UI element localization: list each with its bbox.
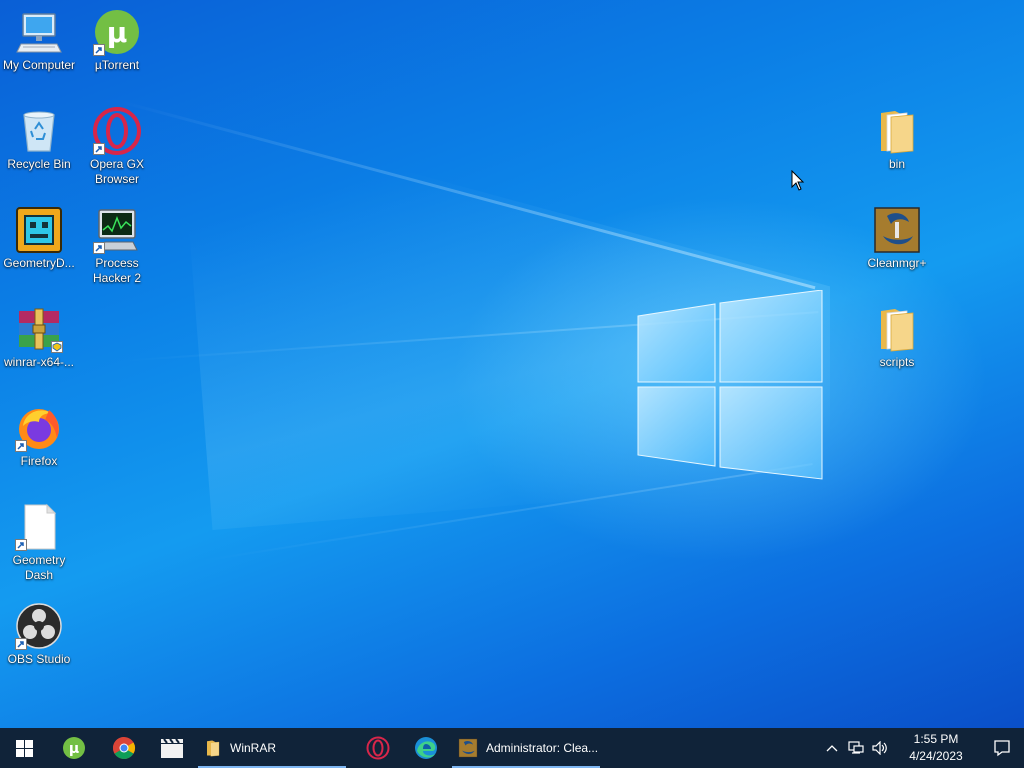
desktop-icon-my-computer[interactable]: My Computer	[0, 8, 78, 73]
icon-label: My Computer	[2, 58, 76, 72]
desktop-icon-winrar[interactable]: winrar-x64-...	[0, 305, 78, 370]
cleanmgr-icon	[458, 738, 478, 758]
edge-icon	[415, 737, 437, 759]
desktop-icon-geometry-dash-shortcut[interactable]: Geometry Dash	[0, 503, 78, 583]
cleanmgr-icon	[874, 207, 920, 253]
geometry-dash-icon	[16, 207, 62, 253]
icon-label: Process Hacker 2	[92, 256, 142, 285]
windows-start-icon	[15, 739, 33, 757]
icon-label: Geometry Dash	[12, 553, 66, 582]
clapperboard-icon	[161, 738, 183, 758]
utorrent-icon: µ	[63, 737, 85, 759]
shortcut-arrow-icon	[15, 539, 27, 551]
icon-label: µTorrent	[94, 58, 140, 72]
taskbar-opera[interactable]	[354, 728, 402, 768]
taskbar-edge[interactable]	[402, 728, 450, 768]
network-button[interactable]	[844, 728, 868, 768]
taskbar-media[interactable]	[148, 728, 196, 768]
notification-icon	[994, 740, 1010, 757]
folder-icon	[881, 111, 914, 154]
shortcut-arrow-icon	[15, 440, 27, 452]
icon-label: Opera GX Browser	[89, 157, 145, 186]
shortcut-arrow-icon	[15, 638, 27, 650]
shortcut-arrow-icon	[93, 143, 105, 155]
chrome-icon	[113, 737, 135, 759]
icon-label: GeometryD...	[3, 256, 75, 270]
system-tray: 1:55 PM 4/24/2023	[820, 728, 1024, 768]
desktop-icon-opera-gx[interactable]: Opera GX Browser	[78, 107, 156, 187]
shortcut-arrow-icon	[93, 242, 105, 254]
icon-label: bin	[888, 157, 905, 171]
taskbar: µ WinRAR Administrator: Clea... 1:55 PM …	[0, 728, 1024, 768]
chevron-up-icon	[826, 745, 838, 752]
computer-icon	[16, 13, 62, 53]
desktop-icon-obs-studio[interactable]: OBS Studio	[0, 602, 78, 667]
mouse-cursor-icon	[791, 170, 805, 191]
folder-icon	[207, 740, 220, 757]
volume-button[interactable]	[868, 728, 892, 768]
desktop-icon-bin-folder[interactable]: bin	[858, 107, 936, 172]
shield-badge-icon	[51, 341, 63, 353]
desktop-icon-firefox[interactable]: Firefox	[0, 404, 78, 469]
shortcut-arrow-icon	[93, 44, 105, 56]
wallpaper-light-beam	[119, 100, 816, 290]
start-button[interactable]	[0, 728, 48, 768]
recycle-bin-icon	[23, 111, 55, 152]
taskbar-utorrent[interactable]: µ	[48, 728, 100, 768]
network-icon	[848, 741, 864, 754]
taskbar-app-label: WinRAR	[230, 741, 277, 755]
icon-label: scripts	[879, 355, 915, 369]
folder-icon	[881, 309, 914, 352]
clock[interactable]: 1:55 PM 4/24/2023	[892, 731, 980, 765]
svg-text:µ: µ	[69, 741, 79, 757]
clock-date: 4/24/2023	[909, 749, 963, 763]
taskbar-app-cleanmgr[interactable]: Administrator: Clea...	[450, 728, 602, 768]
svg-text:µ: µ	[107, 16, 128, 49]
action-center-button[interactable]	[980, 728, 1024, 768]
icon-label: Recycle Bin	[7, 157, 71, 171]
desktop-icon-process-hacker[interactable]: Process Hacker 2	[78, 206, 156, 286]
icon-label: Firefox	[20, 454, 58, 468]
icon-label: winrar-x64-...	[3, 355, 74, 369]
taskbar-app-winrar[interactable]: WinRAR	[196, 728, 348, 768]
opera-gx-icon	[366, 736, 390, 760]
desktop-icon-cleanmgr[interactable]: Cleanmgr+	[858, 206, 936, 271]
volume-icon	[872, 741, 887, 755]
desktop-icon-recycle-bin[interactable]: Recycle Bin	[0, 107, 78, 172]
desktop-icon-geometry-dash[interactable]: GeometryD...	[0, 206, 78, 271]
desktop-icon-utorrent[interactable]: µ µTorrent	[78, 8, 156, 73]
desktop-icon-scripts-folder[interactable]: scripts	[858, 305, 936, 370]
clock-time: 1:55 PM	[913, 732, 959, 746]
desktop[interactable]: My Computer µ µTorrent Recycle Bin Opera…	[0, 0, 1024, 728]
windows-wallpaper-logo	[637, 290, 823, 480]
taskbar-chrome[interactable]	[100, 728, 148, 768]
show-hidden-icons-button[interactable]	[820, 728, 844, 768]
taskbar-app-label: Administrator: Clea...	[486, 741, 599, 755]
icon-label: Cleanmgr+	[867, 256, 927, 270]
icon-label: OBS Studio	[7, 652, 71, 666]
